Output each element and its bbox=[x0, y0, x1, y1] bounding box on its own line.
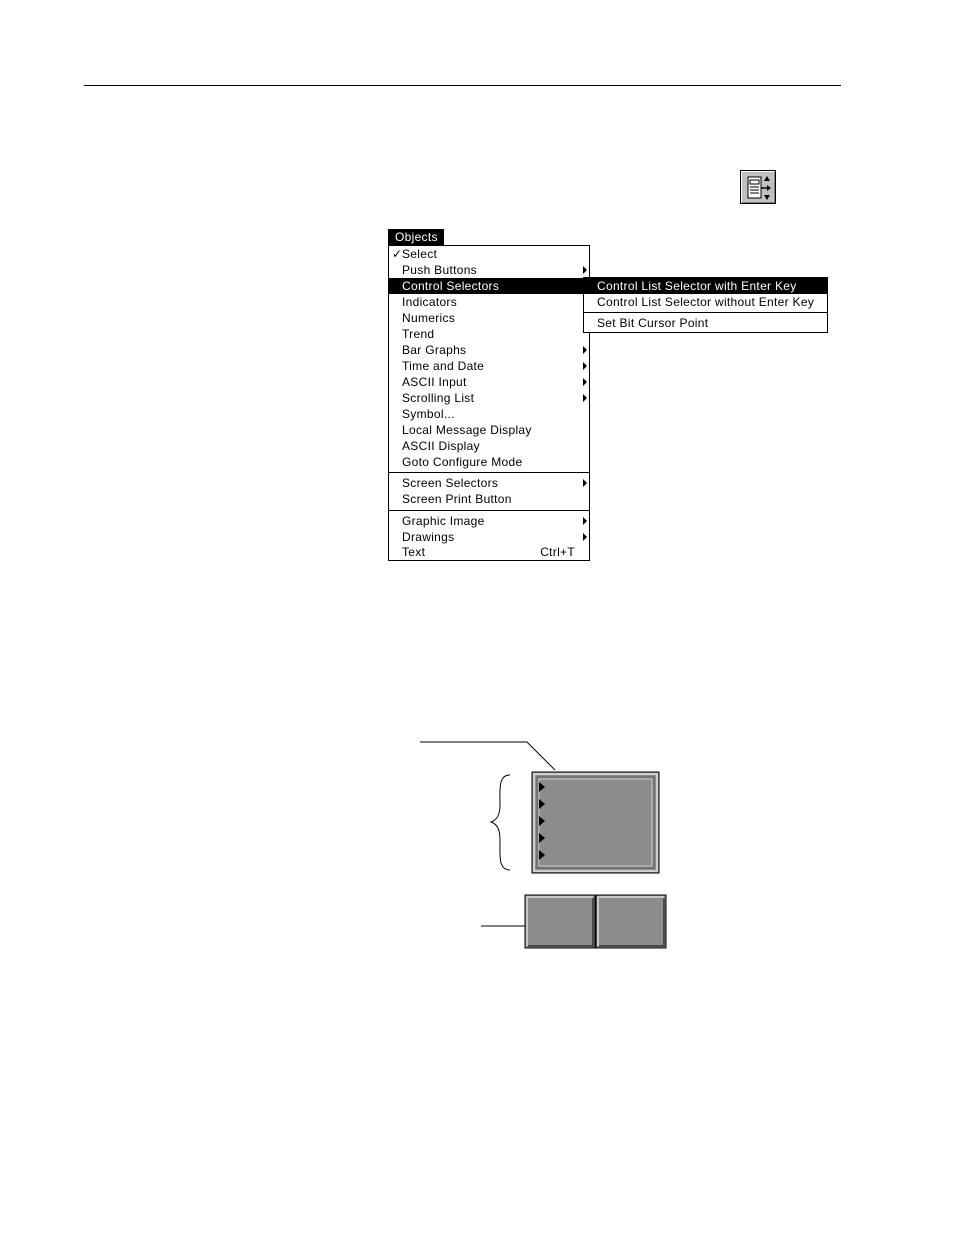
list-selector-box bbox=[531, 771, 660, 874]
control-list-selector-diagram bbox=[420, 741, 667, 949]
selector-button-right bbox=[595, 894, 667, 949]
callout-line-list bbox=[420, 741, 556, 771]
selector-button-left bbox=[524, 894, 596, 949]
brace bbox=[489, 774, 511, 871]
